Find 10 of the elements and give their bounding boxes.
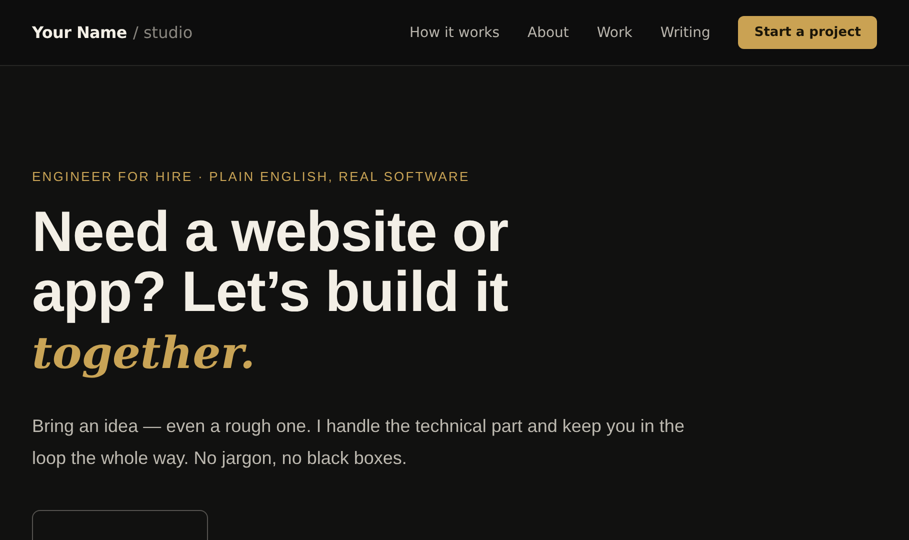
nav-link[interactable]: About <box>528 24 569 40</box>
lead-paragraph: Bring an idea — even a rough one. I handle the technical part and keep you in the loop the whole way. No jargon, no black boxes. <box>32 415 686 470</box>
nav-link[interactable]: How it works <box>410 24 500 40</box>
nav-link[interactable]: Work <box>596 24 632 40</box>
brand-suffix: / studio <box>132 23 193 42</box>
headline: Need a website or app? Let’s build it together. <box>32 202 510 381</box>
nav-link[interactable]: Writing <box>660 24 710 40</box>
brand-name[interactable]: Your Name <box>32 23 127 42</box>
eyebrow-text: ENGINEER FOR HIRE · PLAIN ENGLISH, REAL SOFTWARE <box>32 169 471 184</box>
start-project-button[interactable]: Start a project <box>738 16 877 49</box>
